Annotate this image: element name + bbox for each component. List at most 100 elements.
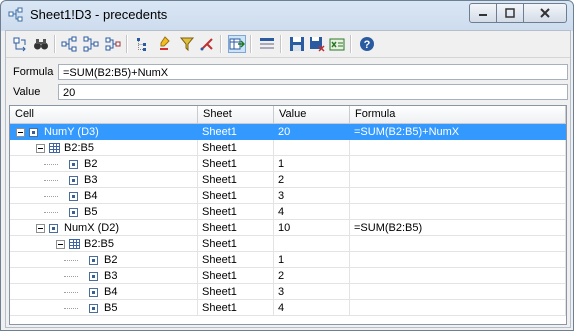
save-button[interactable] <box>288 35 306 53</box>
go-to-cell-button[interactable] <box>228 35 246 53</box>
cell-value[interactable]: 2 <box>274 268 350 284</box>
title-bar[interactable]: Sheet1!D3 - precedents <box>1 1 573 29</box>
cell-name-cell[interactable]: NumX (D2) <box>10 220 198 236</box>
column-header-sheet[interactable]: Sheet <box>198 106 274 123</box>
cell-formula[interactable] <box>350 284 566 300</box>
go-to-cell-icon <box>229 38 245 50</box>
table-row[interactable]: B5 Sheet1 4 <box>10 300 566 316</box>
save-icon <box>290 37 304 51</box>
cell-name-cell[interactable]: B3 <box>10 172 198 188</box>
cell-icon <box>89 272 98 281</box>
toolbar-separator <box>54 35 56 53</box>
minimize-button[interactable] <box>469 3 497 23</box>
cell-value[interactable] <box>274 140 350 156</box>
toolbar-separator <box>280 35 282 53</box>
table-row[interactable]: NumX (D2) Sheet1 10 =SUM(B2:B5) <box>10 220 566 236</box>
cell-name-cell[interactable]: B4 <box>10 188 198 204</box>
table-row[interactable]: NumY (D3) Sheet1 20 =SUM(B2:B5)+NumX <box>10 124 566 140</box>
column-header-cell[interactable]: Cell <box>10 106 198 123</box>
cell-sheet[interactable]: Sheet1 <box>198 172 274 188</box>
collapse-toggle-icon[interactable] <box>36 144 45 153</box>
formula-field[interactable]: =SUM(B2:B5)+NumX <box>58 64 568 80</box>
precedents-dependents-button[interactable] <box>104 35 122 53</box>
cell-sheet[interactable]: Sheet1 <box>198 284 274 300</box>
table-row[interactable]: B4 Sheet1 3 <box>10 284 566 300</box>
cell-formula[interactable]: =SUM(B2:B5) <box>350 220 566 236</box>
cell-icon <box>49 224 58 233</box>
formula-label: Formula <box>13 66 54 78</box>
tree-connector <box>64 308 78 310</box>
cell-name-cell[interactable]: B5 <box>10 204 198 220</box>
table-row[interactable]: B5 Sheet1 4 <box>10 204 566 220</box>
cell-value[interactable] <box>274 236 350 252</box>
maximize-button[interactable] <box>497 3 524 23</box>
table-row[interactable]: B3 Sheet1 2 <box>10 268 566 284</box>
cell-formula[interactable] <box>350 300 566 316</box>
highlight-button[interactable] <box>156 35 174 53</box>
cell-formula[interactable] <box>350 188 566 204</box>
cell-formula[interactable]: =SUM(B2:B5)+NumX <box>350 124 566 140</box>
cell-sheet[interactable]: Sheet1 <box>198 140 274 156</box>
cell-formula[interactable] <box>350 236 566 252</box>
close-button[interactable] <box>524 3 567 23</box>
branch-button[interactable] <box>198 35 216 53</box>
cell-formula[interactable] <box>350 172 566 188</box>
table-row[interactable]: B2:B5 Sheet1 <box>10 236 566 252</box>
cell-name-cell[interactable]: B2:B5 <box>10 140 198 156</box>
collapse-toggle-icon[interactable] <box>36 224 45 233</box>
cell-sheet[interactable]: Sheet1 <box>198 220 274 236</box>
column-header-value[interactable]: Value <box>274 106 350 123</box>
table-row[interactable]: B2 Sheet1 1 <box>10 156 566 172</box>
cell-formula[interactable] <box>350 268 566 284</box>
cell-sheet[interactable]: Sheet1 <box>198 188 274 204</box>
cell-value[interactable]: 10 <box>274 220 350 236</box>
formula-list-button[interactable] <box>258 35 276 53</box>
cell-sheet[interactable]: Sheet1 <box>198 268 274 284</box>
cell-value[interactable]: 1 <box>274 252 350 268</box>
cell-value[interactable]: 1 <box>274 156 350 172</box>
cell-value[interactable]: 4 <box>274 204 350 220</box>
collapse-toggle-icon[interactable] <box>16 128 25 137</box>
tree-connector <box>44 164 58 166</box>
find-button[interactable] <box>32 35 50 53</box>
cell-value[interactable]: 3 <box>274 188 350 204</box>
precedents-dependents-icon <box>105 37 121 51</box>
cell-name-cell[interactable]: B2 <box>10 252 198 268</box>
collapse-toggle-icon[interactable] <box>56 240 65 249</box>
cell-name-cell[interactable]: B2:B5 <box>10 236 198 252</box>
cell-value[interactable]: 4 <box>274 300 350 316</box>
cell-name-cell[interactable]: B4 <box>10 284 198 300</box>
tree-view-button[interactable] <box>134 35 152 53</box>
precedents-button[interactable] <box>60 35 78 53</box>
table-row[interactable]: B2 Sheet1 1 <box>10 252 566 268</box>
cell-name-cell[interactable]: B2 <box>10 156 198 172</box>
cell-value[interactable]: 20 <box>274 124 350 140</box>
save-as-button[interactable] <box>308 35 326 53</box>
cell-sheet[interactable]: Sheet1 <box>198 236 274 252</box>
help-button[interactable]: ? <box>358 35 376 53</box>
cell-value[interactable]: 3 <box>274 284 350 300</box>
table-row[interactable]: B4 Sheet1 3 <box>10 188 566 204</box>
cell-sheet[interactable]: Sheet1 <box>198 124 274 140</box>
column-header-formula[interactable]: Formula <box>350 106 566 123</box>
cell-formula[interactable] <box>350 204 566 220</box>
cell-formula[interactable] <box>350 156 566 172</box>
cell-value[interactable]: 2 <box>274 172 350 188</box>
cell-sheet[interactable]: Sheet1 <box>198 252 274 268</box>
cell-formula[interactable] <box>350 140 566 156</box>
cell-sheet[interactable]: Sheet1 <box>198 300 274 316</box>
trace-cell-button[interactable] <box>11 35 29 53</box>
filter-button[interactable] <box>178 35 196 53</box>
cell-sheet[interactable]: Sheet1 <box>198 156 274 172</box>
cell-name-cell[interactable]: NumY (D3) <box>10 124 198 140</box>
table-row[interactable]: B3 Sheet1 2 <box>10 172 566 188</box>
table-row[interactable]: B2:B5 Sheet1 <box>10 140 566 156</box>
cell-sheet[interactable]: Sheet1 <box>198 204 274 220</box>
cell-name-cell[interactable]: B5 <box>10 300 198 316</box>
value-field[interactable]: 20 <box>58 84 568 100</box>
cell-icon <box>69 160 78 169</box>
dependents-button[interactable] <box>82 35 100 53</box>
export-excel-button[interactable] <box>328 35 346 53</box>
cell-name-cell[interactable]: B3 <box>10 268 198 284</box>
cell-formula[interactable] <box>350 252 566 268</box>
